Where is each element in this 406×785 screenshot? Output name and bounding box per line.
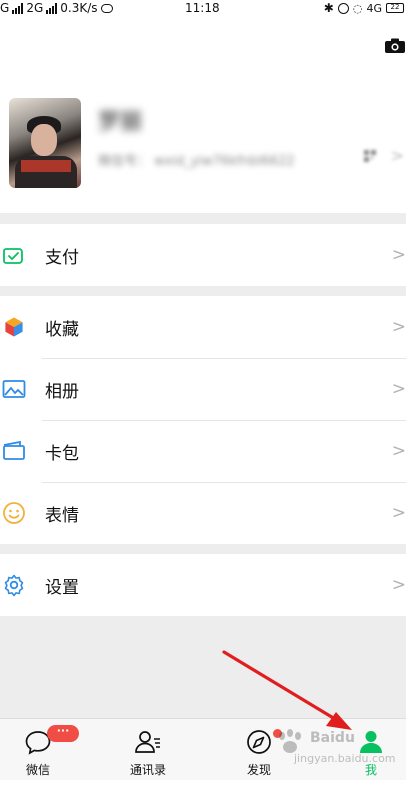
alarm-icon — [337, 2, 349, 14]
status-time: 11:18 — [185, 1, 220, 15]
notification-dot — [273, 729, 282, 738]
bottom-strip — [0, 780, 406, 785]
signal-icon — [12, 2, 24, 14]
menu-item-stickers[interactable]: 表情 > — [0, 482, 406, 544]
contacts-icon — [135, 731, 160, 753]
status-right: ✱ ◌ 4G 22 — [324, 1, 404, 15]
cube-icon — [4, 316, 24, 338]
signal-icon-2 — [46, 2, 58, 14]
pay-section: 支付 > — [0, 224, 406, 286]
menu-item-settings[interactable]: 设置 > — [0, 554, 406, 616]
tab-chats[interactable]: ··· 微信 — [3, 719, 79, 781]
menu-item-cards[interactable]: 卡包 > — [0, 420, 406, 482]
wechat-id-value: wxid_yiw76kfnbl6622 — [154, 154, 295, 169]
features-section: 收藏 > 相册 > 卡包 > 表情 > — [0, 296, 406, 544]
menu-item-pay-label: 支付 — [45, 247, 79, 268]
chevron-right-icon: > — [391, 245, 406, 265]
tab-me-label: 我 — [364, 763, 377, 777]
gear-icon — [4, 574, 24, 597]
chevron-right-icon: > — [391, 379, 406, 399]
settings-section: 设置 > — [0, 554, 406, 616]
wallet-check-icon — [3, 248, 23, 264]
card-wallet-icon — [3, 440, 25, 460]
status-left: G 2G 0.3K/s — [0, 1, 113, 15]
menu-item-settings-label: 设置 — [45, 577, 79, 598]
chevron-right-icon: > — [391, 317, 406, 337]
battery-level: 22 — [390, 3, 400, 11]
profile-wechat-id: 微信号： wxid_yiw76kfnbl6622 — [98, 150, 295, 169]
compass-icon — [247, 730, 271, 754]
tab-contacts-label: 通讯录 — [129, 763, 166, 777]
menu-item-favorites[interactable]: 收藏 > — [0, 296, 406, 358]
status-bar: G 2G 0.3K/s 11:18 ✱ ◌ 4G 22 — [0, 0, 406, 18]
menu-item-pay[interactable]: 支付 > — [0, 224, 406, 286]
camera-icon[interactable] — [384, 38, 406, 54]
wechat-notification-icon — [100, 3, 113, 13]
bottom-tab-bar: ··· 微信 通讯录 发现 我 — [0, 718, 406, 780]
avatar[interactable] — [9, 98, 81, 188]
status-left-text: G — [0, 1, 10, 15]
smiley-icon — [3, 502, 25, 524]
network-4g-label: 4G — [366, 1, 382, 15]
chevron-right-icon: > — [391, 575, 406, 595]
tab-chats-label: 微信 — [25, 763, 50, 777]
menu-item-stickers-label: 表情 — [45, 505, 79, 526]
tab-discover-label: 发现 — [246, 763, 271, 777]
tab-discover[interactable]: 发现 — [224, 719, 294, 781]
person-icon — [360, 731, 382, 753]
menu-item-cards-label: 卡包 — [45, 443, 79, 464]
menu-item-favorites-label: 收藏 — [45, 319, 79, 340]
bluetooth-icon: ✱ — [323, 1, 334, 15]
profile-header[interactable]: 罗丽 微信号： wxid_yiw76kfnbl6622 > — [0, 18, 406, 213]
qr-code-icon[interactable] — [364, 150, 376, 162]
menu-item-album-label: 相册 — [45, 381, 79, 402]
unread-badge: ··· — [47, 725, 79, 742]
network-label: 2G — [26, 1, 44, 15]
silent-icon: ◌ — [352, 1, 363, 15]
network-speed: 0.3K/s — [60, 1, 98, 15]
menu-item-album[interactable]: 相册 > — [0, 358, 406, 420]
photo-icon — [2, 380, 26, 398]
profile-chevron-icon: > — [390, 146, 404, 165]
wechat-id-label: 微信号： — [98, 154, 151, 169]
battery-icon: 22 — [386, 3, 404, 13]
tab-contacts[interactable]: 通讯录 — [113, 719, 183, 781]
tab-me[interactable]: 我 — [336, 719, 406, 781]
profile-nickname: 罗丽 — [98, 110, 143, 135]
chevron-right-icon: > — [391, 441, 406, 461]
chevron-right-icon: > — [391, 503, 406, 523]
